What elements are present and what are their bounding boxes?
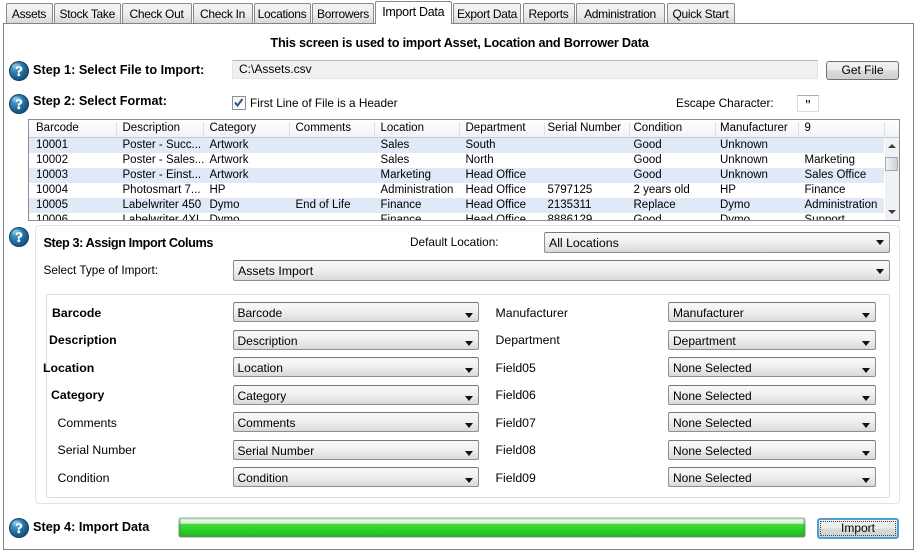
svg-text:?: ? <box>15 64 23 80</box>
svg-text:?: ? <box>15 230 23 246</box>
svg-text:?: ? <box>15 520 23 536</box>
svg-text:?: ? <box>15 96 23 112</box>
